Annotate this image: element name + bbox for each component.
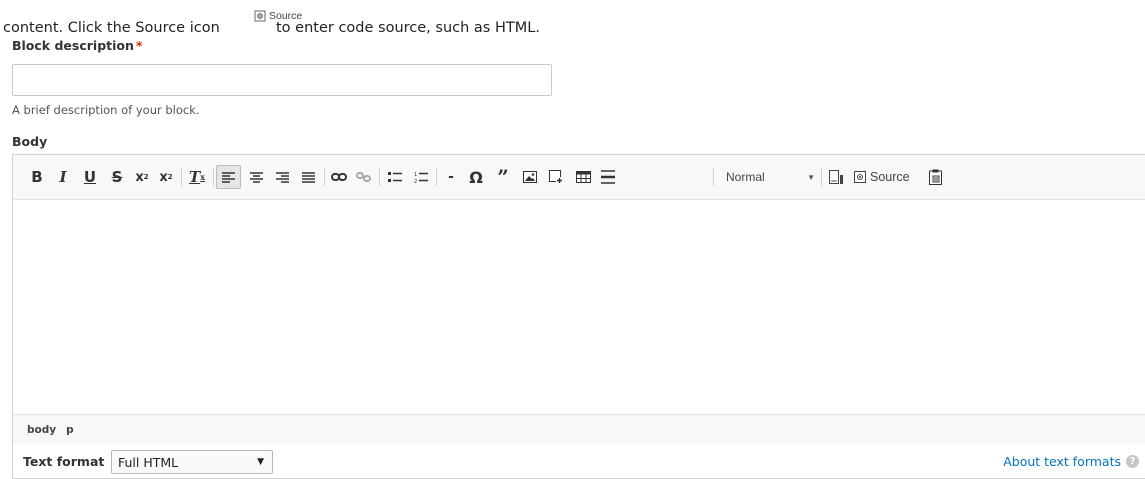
embed-media-icon[interactable] (546, 165, 566, 189)
block-description-label: Block description * (12, 38, 142, 53)
text-format-label: Text format (23, 454, 105, 469)
toolbar-separator (821, 168, 822, 186)
toolbar-separator (213, 168, 214, 186)
about-text-formats-link[interactable]: About text formats ? (1003, 454, 1139, 469)
text-format-bar: Text format Full HTML ▼ About text forma… (12, 444, 1145, 479)
toolbar-separator (379, 168, 380, 186)
editor-content-area[interactable] (13, 200, 1145, 413)
required-marker: * (135, 38, 143, 53)
source-doc-icon (254, 10, 266, 22)
toolbar-separator (436, 168, 437, 186)
source-button-label: Source (870, 170, 910, 184)
horizontal-line-icon[interactable] (598, 165, 618, 189)
block-description-help: A brief description of your block. (12, 103, 200, 117)
justify-icon[interactable] (298, 165, 318, 189)
path-item-body[interactable]: body (27, 424, 56, 436)
toolbar-separator (324, 168, 325, 186)
format-dropdown-value: Normal (726, 170, 765, 184)
image-icon[interactable] (520, 165, 540, 189)
toolbar-separator (181, 168, 182, 186)
body-label: Body (12, 134, 48, 149)
link-icon[interactable] (329, 165, 349, 189)
table-icon[interactable] (573, 165, 593, 189)
svg-text:1: 1 (414, 172, 417, 178)
chevron-down-icon: ▼ (257, 457, 264, 467)
source-button[interactable]: Source (854, 165, 910, 189)
editor-toolbar: B I U S x2 x2 Tx 12 ⁃ Ω ” Normal ▼ Sourc… (13, 155, 1145, 200)
help-icon: ? (1126, 455, 1139, 468)
block-description-input[interactable] (12, 64, 552, 96)
strikethrough-icon[interactable]: S (107, 165, 127, 189)
blockquote-icon[interactable]: ” (493, 165, 513, 189)
bold-icon[interactable]: B (27, 165, 47, 189)
body-editor: B I U S x2 x2 Tx 12 ⁃ Ω ” Normal ▼ Sourc… (12, 154, 1145, 444)
format-dropdown[interactable]: Normal ▼ (723, 165, 818, 189)
align-center-icon[interactable] (246, 165, 266, 189)
svg-text:2: 2 (414, 179, 417, 183)
numbered-list-icon[interactable]: 12 (411, 165, 431, 189)
chevron-down-icon: ▼ (807, 172, 815, 182)
source-doc-icon (854, 171, 866, 183)
superscript-icon[interactable]: x2 (132, 165, 152, 189)
unlink-icon[interactable] (354, 165, 374, 189)
block-description-label-text: Block description (12, 38, 134, 53)
paste-icon[interactable] (925, 165, 945, 189)
show-blocks-icon[interactable] (826, 165, 846, 189)
align-left-icon[interactable] (216, 165, 241, 189)
underline-icon[interactable]: U (80, 165, 100, 189)
subscript-icon[interactable]: x2 (156, 165, 176, 189)
intro-text-after: to enter code source, such as HTML. (276, 20, 540, 36)
path-item-p[interactable]: p (66, 424, 74, 436)
anchor-icon[interactable]: ⁃ (441, 165, 461, 189)
special-character-icon[interactable]: Ω (466, 165, 486, 189)
italic-icon[interactable]: I (53, 165, 73, 189)
bulleted-list-icon[interactable] (385, 165, 405, 189)
toolbar-separator (713, 168, 714, 186)
text-format-selected: Full HTML (118, 454, 179, 470)
align-right-icon[interactable] (272, 165, 292, 189)
about-text-formats-label: About text formats (1003, 454, 1121, 469)
intro-text-before: content. Click the Source icon (3, 20, 220, 36)
text-format-select[interactable]: Full HTML ▼ (111, 450, 273, 474)
remove-format-icon[interactable]: Tx (187, 165, 207, 189)
element-path-bar: body p (13, 414, 1145, 444)
